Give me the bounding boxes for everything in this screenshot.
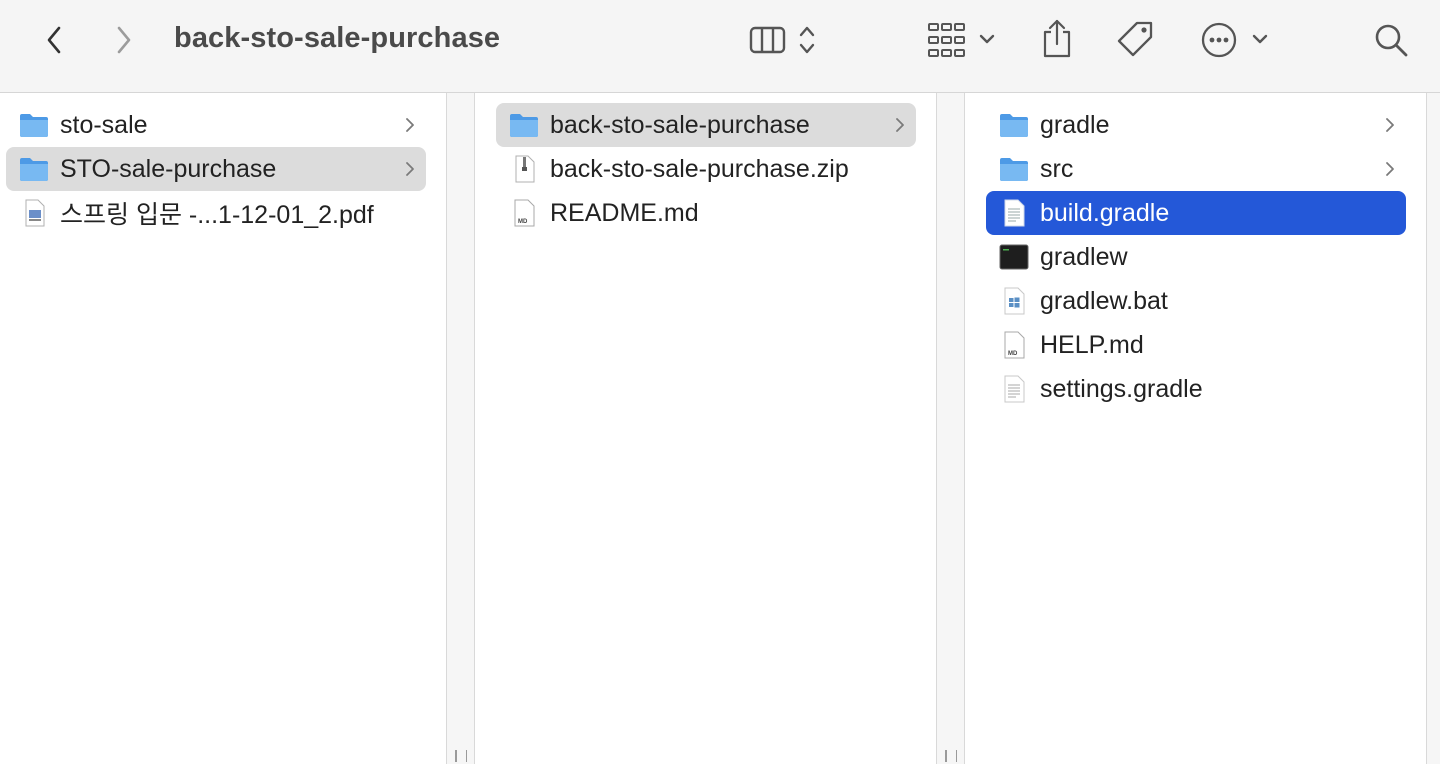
toolbar: back-sto-sale-purchase	[0, 0, 1440, 93]
window-title: back-sto-sale-purchase	[174, 22, 501, 54]
list-item-src[interactable]: src	[986, 147, 1406, 191]
group-button[interactable]	[926, 20, 1000, 60]
list-item-sto-sale[interactable]: sto-sale	[6, 103, 426, 147]
zip-file-icon	[515, 155, 535, 183]
item-label: src	[1040, 154, 1074, 183]
chevron-right-icon	[406, 118, 414, 132]
text-file-icon	[1004, 199, 1025, 227]
list-item-gradlew-bat[interactable]: gradlew.bat	[986, 279, 1406, 323]
chevron-right-icon	[117, 26, 131, 54]
list-item-sto-sale-purchase[interactable]: STO-sale-purchase	[6, 147, 426, 191]
share-button[interactable]	[1038, 18, 1076, 60]
chevron-right-icon	[1386, 118, 1394, 132]
markdown-file-icon: MD	[514, 199, 535, 227]
folder-icon	[1000, 114, 1028, 137]
windows-batch-icon	[1004, 287, 1025, 315]
item-label: HELP.md	[1040, 330, 1144, 359]
chevron-right-icon	[406, 162, 414, 176]
item-label: settings.gradle	[1040, 374, 1203, 403]
md-badge-text: MD	[1008, 351, 1018, 357]
item-label: gradlew	[1040, 242, 1128, 271]
share-icon	[1043, 19, 1071, 58]
item-label: gradlew.bat	[1040, 286, 1168, 315]
terminal-exec-icon	[999, 244, 1029, 270]
tag-icon	[1117, 21, 1153, 57]
list-item-gradlew[interactable]: gradlew	[986, 235, 1406, 279]
search-button[interactable]	[1370, 20, 1412, 60]
more-actions-button[interactable]	[1200, 20, 1274, 60]
column-divider[interactable]	[447, 93, 475, 764]
folder-icon	[20, 158, 48, 181]
item-label: back-sto-sale-purchase.zip	[550, 154, 849, 183]
item-label: STO-sale-purchase	[60, 154, 277, 183]
search-icon	[1375, 24, 1408, 57]
item-label: build.gradle	[1040, 198, 1170, 227]
item-label: 스프링 입문 -...1-12-01_2.pdf	[60, 201, 374, 229]
column-divider[interactable]	[1426, 93, 1440, 764]
chevron-right-icon	[1386, 162, 1394, 176]
item-label: README.md	[550, 198, 699, 227]
pdf-file-icon	[25, 199, 45, 227]
browser-column-2: back-sto-sale-purchase back-sto-sale-pur…	[476, 93, 937, 764]
folder-icon	[1000, 158, 1028, 181]
list-item-back-sto-sale-purchase[interactable]: back-sto-sale-purchase	[496, 103, 916, 147]
back-button[interactable]	[38, 22, 70, 58]
item-label: sto-sale	[60, 110, 148, 139]
markdown-file-icon: MD	[1004, 331, 1025, 359]
list-item-zip[interactable]: back-sto-sale-purchase.zip	[496, 147, 916, 191]
column-resize-handle[interactable]	[455, 748, 467, 764]
item-label: gradle	[1040, 110, 1110, 139]
forward-button[interactable]	[108, 22, 140, 58]
browser-column-1: sto-sale STO-sale-purchase 스프링 입문 -...1-…	[0, 93, 447, 764]
folder-icon	[510, 114, 538, 137]
ellipsis-circle-icon	[1201, 22, 1268, 58]
list-item-settings-gradle[interactable]: settings.gradle	[986, 367, 1406, 411]
list-item-readme[interactable]: MD README.md	[496, 191, 916, 235]
tag-button[interactable]	[1114, 18, 1156, 60]
chevron-right-icon	[896, 118, 904, 132]
columns-view-icon	[749, 26, 815, 54]
view-mode-button[interactable]	[748, 20, 822, 60]
md-badge-text: MD	[518, 219, 528, 225]
column-resize-handle[interactable]	[945, 748, 957, 764]
text-file-icon	[1004, 375, 1025, 403]
item-label: back-sto-sale-purchase	[550, 110, 810, 139]
list-item-help-md[interactable]: MD HELP.md	[986, 323, 1406, 367]
folder-icon	[20, 114, 48, 137]
list-item-gradle[interactable]: gradle	[986, 103, 1406, 147]
list-item-build-gradle[interactable]: build.gradle	[986, 191, 1406, 235]
browser-column-3: gradle src build.gradle gradlew gradlew.…	[966, 93, 1426, 764]
chevron-left-icon	[47, 26, 61, 54]
list-item-pdf[interactable]: 스프링 입문 -...1-12-01_2.pdf	[6, 191, 426, 235]
grid-group-icon	[928, 23, 995, 57]
column-divider[interactable]	[937, 93, 965, 764]
